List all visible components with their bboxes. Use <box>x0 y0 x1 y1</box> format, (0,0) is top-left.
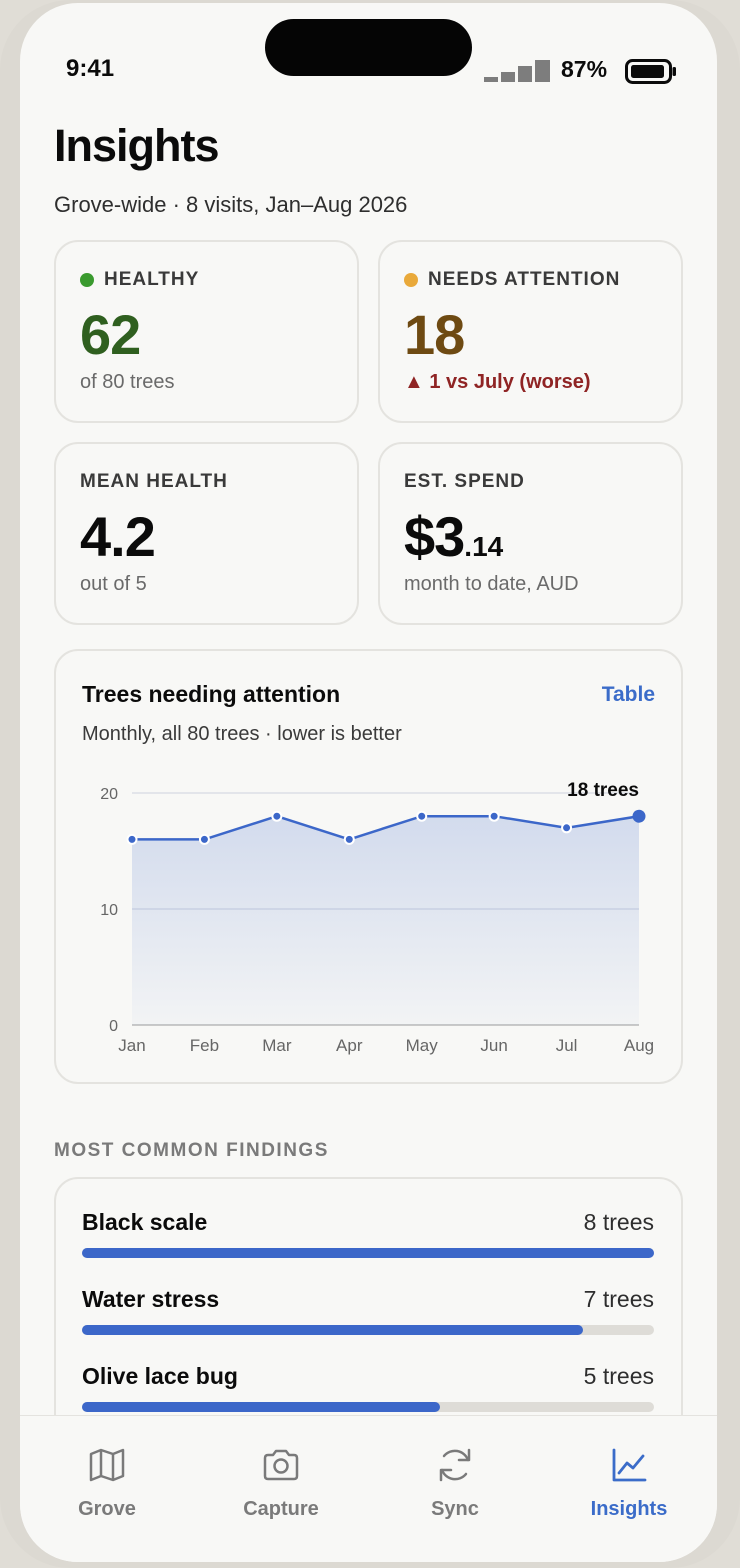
x-tick-label: May <box>406 1036 439 1055</box>
est-spend-card[interactable]: EST. SPEND $3.14 month to date, AUD <box>378 442 683 625</box>
page-title: Insights <box>54 120 220 171</box>
tab-insights-label: Insights <box>590 1498 668 1520</box>
finding-count: 8 trees <box>583 1209 654 1235</box>
finding-name: Olive lace bug <box>82 1363 238 1389</box>
mean-health-label-text: MEAN HEALTH <box>80 471 228 492</box>
data-point[interactable] <box>488 810 500 822</box>
findings-heading: MOST COMMON FINDINGS <box>54 1140 329 1161</box>
data-point[interactable] <box>632 809 646 823</box>
y-tick-label: 20 <box>100 786 118 803</box>
est-spend-subtext: month to date, AUD <box>404 573 579 595</box>
needs-attention-card[interactable]: NEEDS ATTENTION 18 ▲ 1 vs July (worse) <box>378 240 683 423</box>
mean-health-subtext: out of 5 <box>80 573 147 595</box>
finding-row[interactable]: Water stress 7 trees <box>82 1286 654 1338</box>
x-tick-label: Feb <box>190 1036 219 1055</box>
est-spend-label-text: EST. SPEND <box>404 471 525 492</box>
est-spend-label: EST. SPEND <box>404 471 525 493</box>
finding-name: Water stress <box>82 1286 220 1312</box>
finding-bar-track <box>82 1248 654 1258</box>
healthy-card[interactable]: HEALTHY 62 of 80 trees <box>54 240 359 423</box>
tab-bar: Grove Capture Sync Insights <box>20 1415 717 1562</box>
x-tick-label: Jun <box>480 1036 507 1055</box>
status-time: 9:41 <box>66 55 115 82</box>
est-spend-cents: .14 <box>464 531 504 562</box>
dynamic-island <box>265 19 472 76</box>
tab-insights[interactable]: Insights <box>542 1416 716 1526</box>
finding-count: 7 trees <box>583 1286 654 1312</box>
x-tick-label: Jan <box>118 1036 145 1055</box>
data-point[interactable] <box>198 833 210 845</box>
camera-icon <box>263 1449 299 1481</box>
tab-capture[interactable]: Capture <box>194 1416 368 1526</box>
attention-status-dot <box>404 273 418 287</box>
data-point[interactable] <box>561 822 573 834</box>
finding-row[interactable]: Black scale 8 trees <box>82 1209 654 1261</box>
chart-icon <box>612 1448 647 1482</box>
healthy-status-dot <box>80 273 94 287</box>
finding-bar-track <box>82 1325 654 1335</box>
tab-capture-label: Capture <box>243 1498 319 1520</box>
cellular-signal-icon <box>484 60 550 82</box>
tab-sync-label: Sync <box>431 1498 479 1520</box>
map-icon <box>89 1448 125 1482</box>
x-tick-label: Jul <box>556 1036 578 1055</box>
mean-health-value: 4.2 <box>80 505 156 568</box>
latest-value-callout: 18 trees <box>567 780 639 801</box>
finding-bar-fill <box>82 1402 440 1412</box>
finding-row[interactable]: Olive lace bug 5 trees <box>82 1363 654 1415</box>
screen: 9:41 87% Insights Grove-wide · 8 visits,… <box>20 3 717 1562</box>
tab-grove-label: Grove <box>78 1498 136 1520</box>
mean-health-card[interactable]: MEAN HEALTH 4.2 out of 5 <box>54 442 359 625</box>
battery-icon <box>625 59 676 84</box>
finding-bar-fill <box>82 1325 583 1335</box>
x-tick-label: Aug <box>624 1036 654 1055</box>
est-spend-dollars: $3 <box>404 505 465 568</box>
x-tick-label: Mar <box>262 1036 292 1055</box>
healthy-subtext: of 80 trees <box>80 371 175 393</box>
est-spend-value: $3.14 <box>404 504 503 569</box>
finding-bar-track <box>82 1402 654 1412</box>
finding-name: Black scale <box>82 1209 208 1235</box>
attention-area-chart: 0 10 20 Jan Feb Mar Apr May Jun Jul Aug 18 trees <box>100 780 654 1055</box>
needs-attention-label: NEEDS ATTENTION <box>404 269 620 291</box>
data-point[interactable] <box>126 833 138 845</box>
attention-area-fill <box>132 816 639 1025</box>
tab-grove[interactable]: Grove <box>20 1416 194 1526</box>
data-point[interactable] <box>416 810 428 822</box>
y-tick-label: 0 <box>109 1018 118 1035</box>
data-point[interactable] <box>271 810 283 822</box>
attention-chart-card: Trees needing attention Table Monthly, a… <box>54 649 683 1084</box>
needs-attention-label-text: NEEDS ATTENTION <box>428 269 621 290</box>
y-tick-label: 10 <box>100 902 118 919</box>
x-tick-label: Apr <box>336 1036 363 1055</box>
data-point[interactable] <box>343 833 355 845</box>
finding-count: 5 trees <box>583 1363 654 1389</box>
needs-attention-value: 18 <box>404 303 465 366</box>
mean-health-label: MEAN HEALTH <box>80 471 228 493</box>
needs-attention-delta: ▲ 1 vs July (worse) <box>404 371 591 393</box>
finding-bar-fill <box>82 1248 654 1258</box>
healthy-label: HEALTHY <box>80 269 199 291</box>
phone-frame: 9:41 87% Insights Grove-wide · 8 visits,… <box>0 0 740 1568</box>
tab-sync[interactable]: Sync <box>368 1416 542 1526</box>
page-subtitle: Grove-wide · 8 visits, Jan–Aug 2026 <box>54 192 408 217</box>
battery-percentage: 87% <box>561 56 608 82</box>
healthy-label-text: HEALTHY <box>104 269 200 290</box>
sync-icon <box>439 1448 471 1482</box>
healthy-value: 62 <box>80 303 141 366</box>
